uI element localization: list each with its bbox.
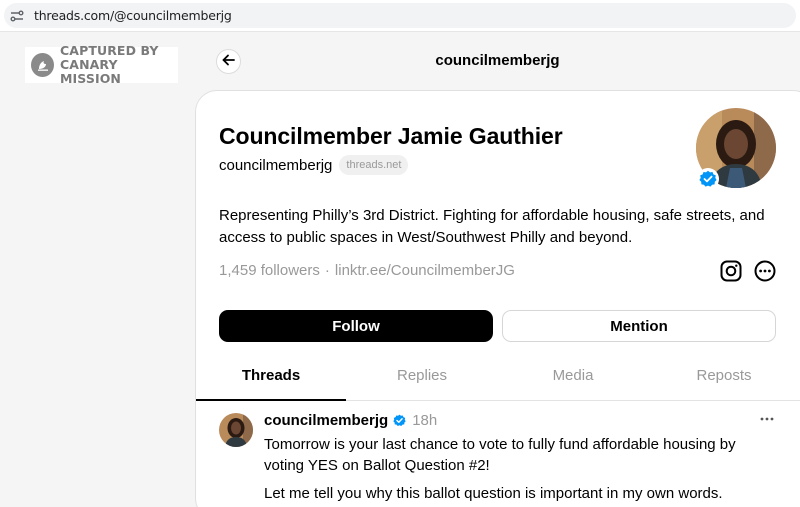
profile-handle: councilmemberjg [219,156,333,174]
mention-button[interactable]: Mention [502,310,776,342]
followers-count[interactable]: 1,459 followers [219,262,320,279]
post-text-paragraph-1: Tomorrow is your last chance to vote to … [264,436,736,474]
instagram-icon[interactable] [719,259,743,283]
domain-badge[interactable]: threads.net [339,155,409,175]
post-text-paragraph-2: Let me tell you why this ballot question… [264,485,723,502]
follow-button[interactable]: Follow [219,310,493,342]
watermark-line-1: CAPTURED BY [60,43,159,58]
profile-link[interactable]: linktr.ee/CouncilmemberJG [335,262,515,279]
post-avatar[interactable] [219,413,253,447]
tab-media[interactable]: Media [498,361,648,401]
profile-display-name: Councilmember Jamie Gauthier [219,123,563,149]
canary-mission-watermark: CAPTURED BY CANARY MISSION [25,44,178,86]
profile-card: Councilmember Jamie Gauthier councilmemb… [195,90,800,507]
watermark-text: CAPTURED BY CANARY MISSION [60,44,178,86]
browser-address-bar: threads.com/@councilmemberjg [0,0,800,32]
back-button[interactable] [216,49,241,74]
back-arrow-icon [222,53,235,71]
post-more-icon[interactable] [758,412,776,426]
tab-threads[interactable]: Threads [196,361,346,401]
url-text[interactable]: threads.com/@councilmemberjg [34,8,232,23]
meta-separator: · [324,262,330,279]
more-options-icon[interactable] [753,259,777,283]
site-settings-icon[interactable] [10,10,24,22]
profile-bio: Representing Philly’s 3rd District. Figh… [219,207,765,246]
page-title: councilmemberjg [435,52,560,69]
tab-reposts[interactable]: Reposts [649,361,799,401]
verified-badge-icon [697,168,719,190]
profile-tabs: Threads Replies Media Reposts [196,361,800,401]
url-field[interactable]: threads.com/@councilmemberjg [4,3,796,28]
profile-handle-row: councilmemberjg threads.net [219,155,409,175]
profile-meta-row: 1,459 followers · linktr.ee/Councilmembe… [219,262,515,279]
post-username[interactable]: councilmemberjg [264,412,388,429]
watermark-line-2: CANARY MISSION [60,57,121,86]
tab-replies[interactable]: Replies [347,361,497,401]
canary-logo-icon [31,53,55,77]
post-verified-icon [393,414,406,427]
post-header: councilmemberjg 18h [264,412,437,429]
post-timestamp[interactable]: 18h [412,412,437,429]
